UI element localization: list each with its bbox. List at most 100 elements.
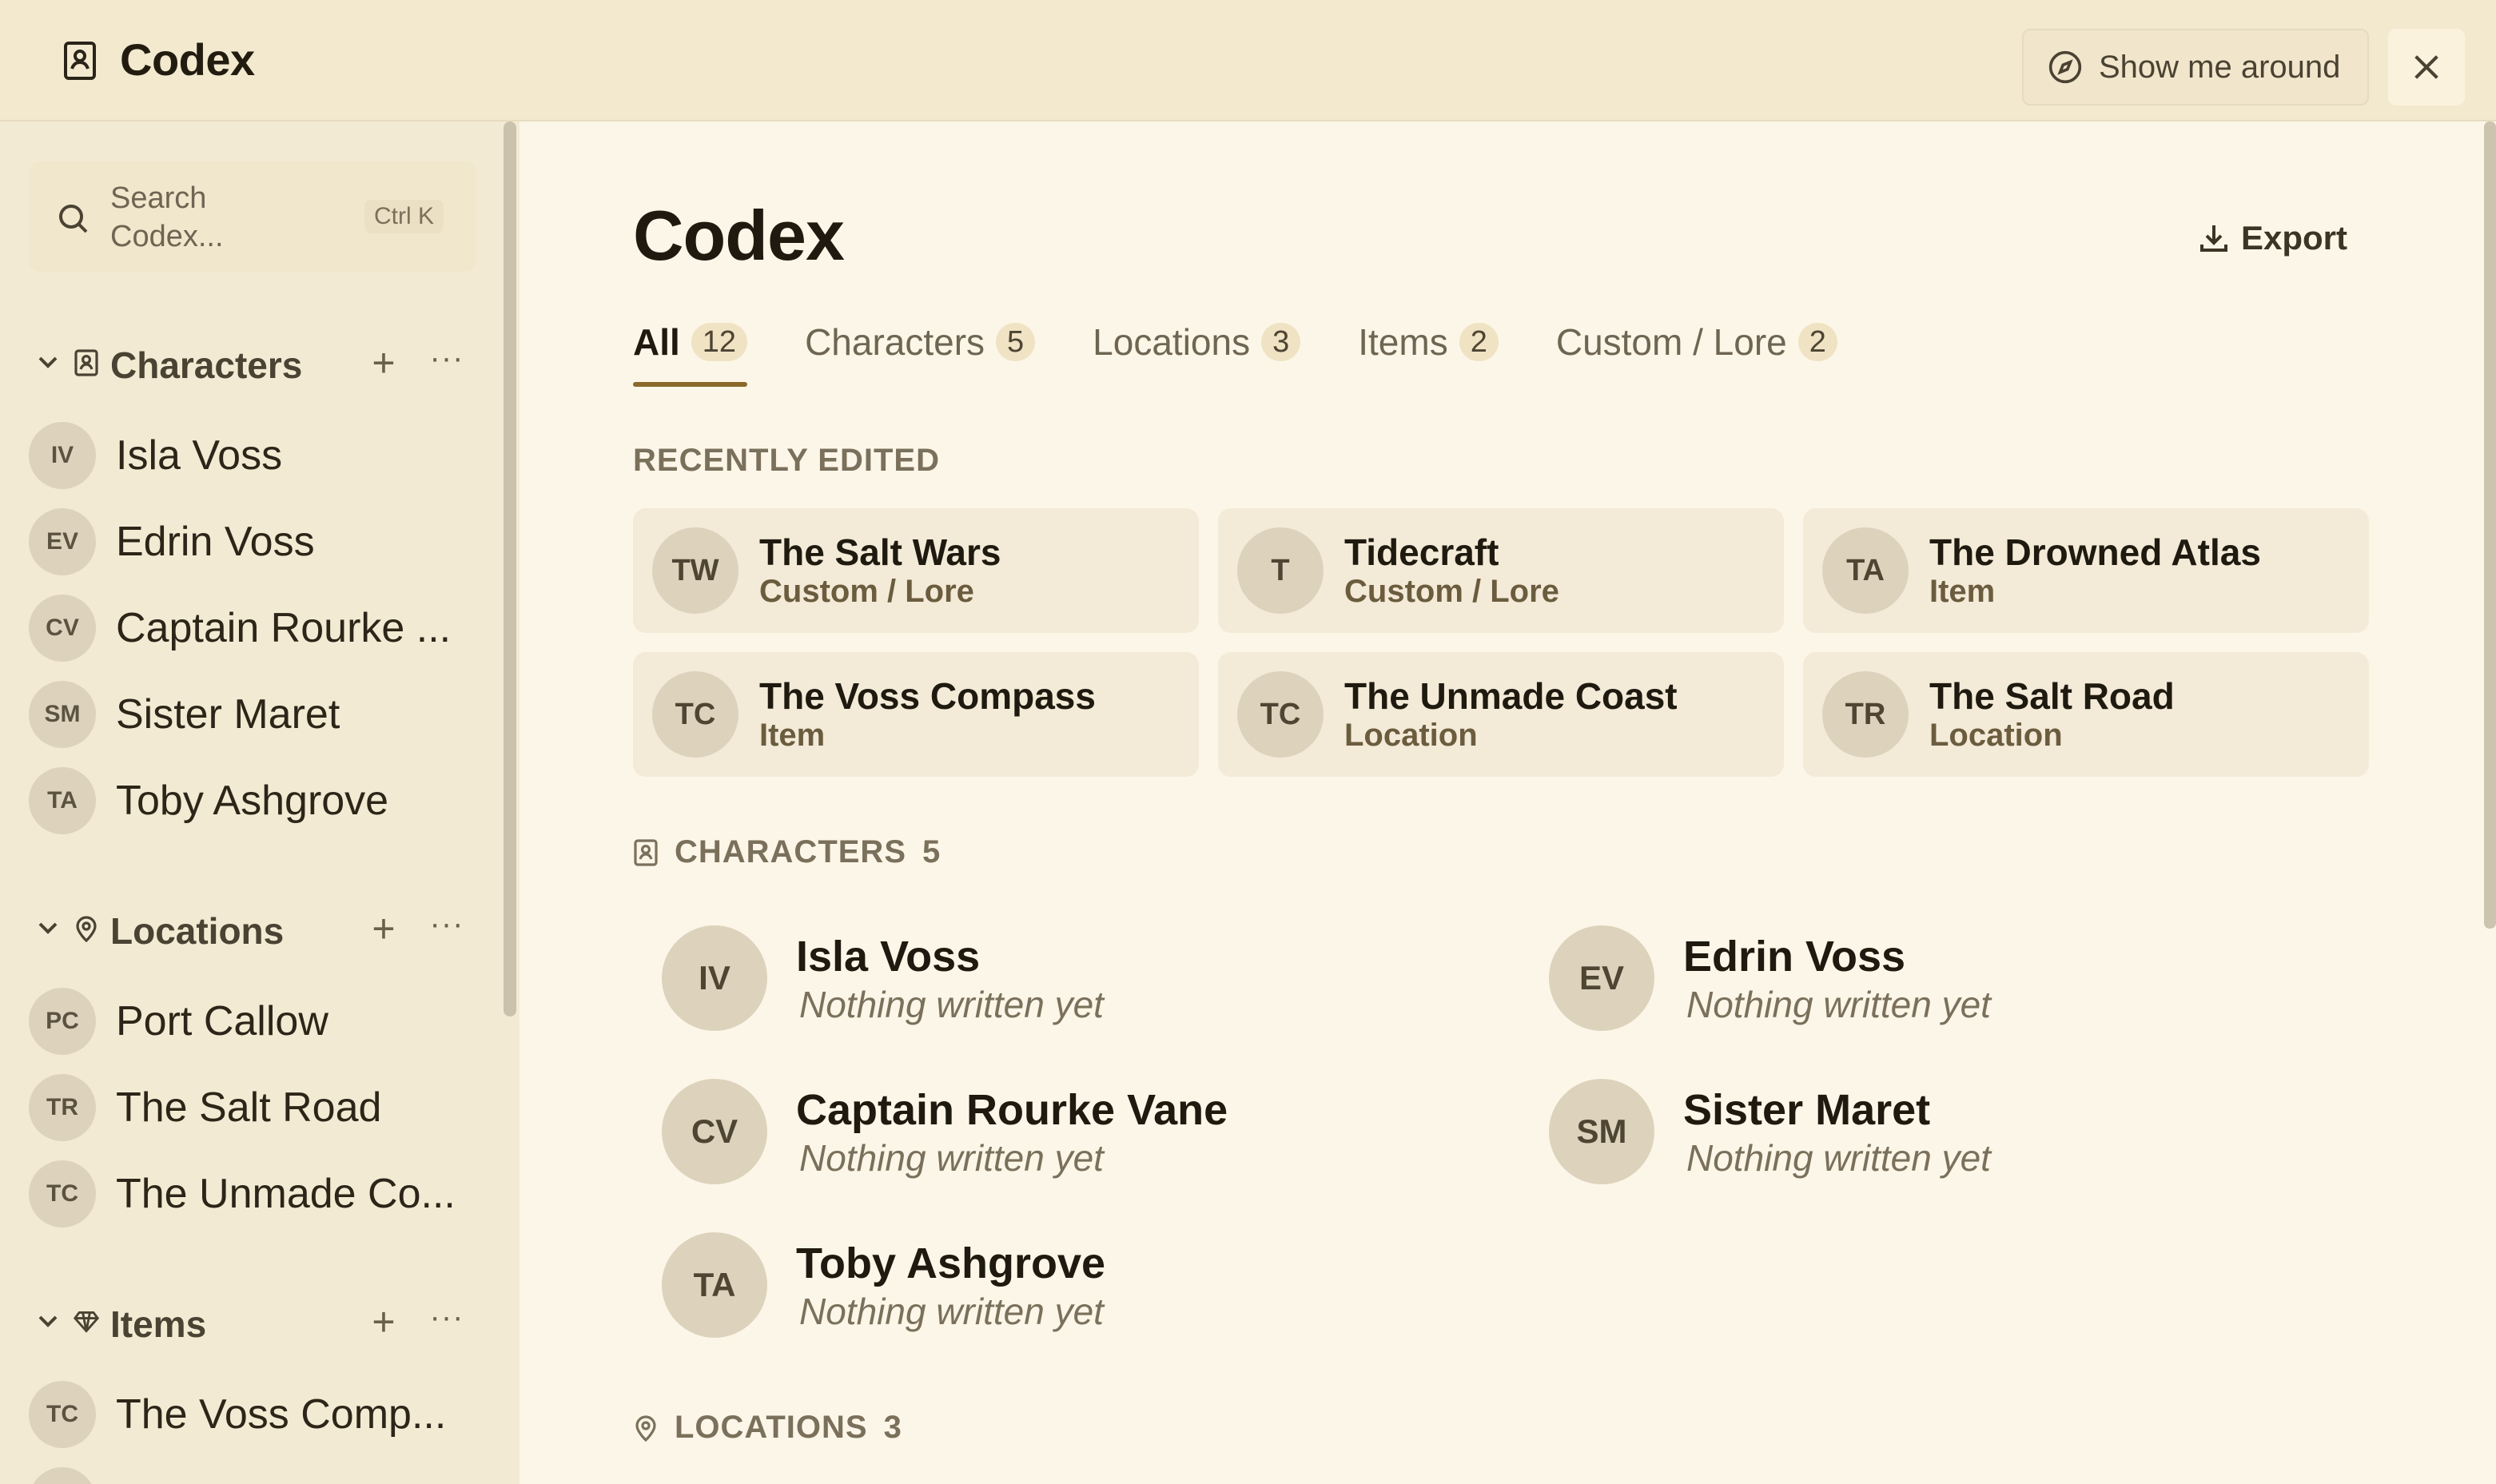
sidebar-section-items[interactable]: Items + ··· <box>0 1290 520 1354</box>
add-character-button[interactable]: + <box>368 342 400 384</box>
sidebar-item-edrin-voss[interactable]: EV Edrin Voss <box>0 500 496 580</box>
sidebar-item-captain-rourke[interactable]: CV Captain Rourke ... <box>0 587 496 666</box>
tab-count-badge: 12 <box>691 323 748 361</box>
page-title: Codex <box>633 196 845 275</box>
sidebar-item-toby-ashgrove[interactable]: TA Toby Ashgrove <box>0 759 496 839</box>
avatar: IV <box>29 422 96 489</box>
character-entry-captain-rourke-vane[interactable]: CV Captain Rourke Vane Nothing written y… <box>662 1072 1381 1184</box>
gem-icon <box>74 1311 99 1333</box>
close-icon <box>2414 55 2438 79</box>
tab-label: Characters <box>805 321 985 363</box>
recent-card[interactable]: TW The Salt Wars Custom / Lore <box>633 508 1199 633</box>
avatar: PC <box>29 988 96 1055</box>
search-box[interactable]: Search Codex... Ctrl K <box>29 161 476 272</box>
avatar: TC <box>652 671 738 758</box>
sidebar-item-sister-maret[interactable]: SM Sister Maret <box>0 673 496 753</box>
recent-card[interactable]: TC The Unmade Coast Location <box>1218 652 1784 777</box>
card-title: The Salt Road <box>1929 675 2175 717</box>
tab-items[interactable]: Items 2 <box>1358 318 1499 366</box>
avatar: TC <box>1237 671 1324 758</box>
card-type: Item <box>1929 574 1996 609</box>
compass-icon <box>2048 50 2082 84</box>
recent-card[interactable]: TA The Drowned Atlas Item <box>1803 508 2369 633</box>
characters-heading: CHARACTERS 5 <box>633 834 941 870</box>
avatar: TC <box>29 1160 96 1227</box>
sidebar-item-the-salt-road[interactable]: TR The Salt Road <box>0 1066 496 1146</box>
items-more-button[interactable]: ··· <box>428 1301 465 1343</box>
avatar: IV <box>662 925 767 1031</box>
search-input[interactable]: Search Codex... <box>110 179 254 256</box>
entry-note: Nothing written yet <box>1686 984 1991 1025</box>
tab-all[interactable]: All 12 <box>633 318 748 387</box>
section-count: 5 <box>922 834 941 869</box>
avatar: SM <box>1549 1079 1654 1184</box>
entry-title: Sister Maret <box>1683 1086 1931 1134</box>
sidebar-scrollbar[interactable] <box>504 121 516 1017</box>
characters-more-button[interactable]: ··· <box>428 342 465 384</box>
export-label: Export <box>2241 219 2348 257</box>
sidebar-item-label: The Salt Road <box>116 1084 382 1131</box>
avatar: EV <box>1549 925 1654 1031</box>
section-heading-label: LOCATIONS <box>675 1410 868 1445</box>
recent-card[interactable]: TC The Voss Compass Item <box>633 652 1199 777</box>
export-button[interactable]: Export <box>2198 214 2347 262</box>
sidebar-item-port-callow[interactable]: PC Port Callow <box>0 980 496 1060</box>
sidebar-item-isla-voss[interactable]: IV Isla Voss <box>0 414 496 494</box>
avatar: TR <box>1822 671 1909 758</box>
locations-more-button[interactable]: ··· <box>428 908 465 949</box>
locations-heading: LOCATIONS 3 <box>633 1410 902 1446</box>
avatar: CV <box>662 1079 767 1184</box>
main-content: Codex Export All 12 Characters 5 Locatio… <box>520 121 2496 1484</box>
sidebar-item-partial[interactable] <box>0 1459 496 1484</box>
tab-label: Items <box>1358 321 1448 363</box>
entry-note: Nothing written yet <box>799 1137 1104 1179</box>
map-pin-icon <box>635 1414 656 1442</box>
avatar: TA <box>1822 527 1909 614</box>
entry-note: Nothing written yet <box>799 984 1104 1025</box>
character-entry-sister-maret[interactable]: SM Sister Maret Nothing written yet <box>1549 1072 2268 1184</box>
section-heading-label: RECENTLY EDITED <box>633 443 940 478</box>
avatar: CV <box>29 595 96 662</box>
card-title: The Voss Compass <box>759 675 1096 717</box>
tab-custom-lore[interactable]: Custom / Lore 2 <box>1556 318 1837 366</box>
sidebar-section-characters[interactable]: Characters + ··· <box>0 331 520 395</box>
entry-title: Edrin Voss <box>1683 933 1906 981</box>
add-item-button[interactable]: + <box>368 1301 400 1343</box>
sidebar-section-label: Locations <box>110 910 285 952</box>
search-shortcut-badge: Ctrl K <box>364 200 444 233</box>
add-location-button[interactable]: + <box>368 908 400 949</box>
card-title: The Unmade Coast <box>1344 675 1678 717</box>
contact-book-icon <box>634 838 658 866</box>
sidebar-section-label: Items <box>110 1303 207 1345</box>
tab-characters[interactable]: Characters 5 <box>805 318 1036 366</box>
show-me-around-button[interactable]: Show me around <box>2022 29 2369 105</box>
tab-count-badge: 2 <box>1459 323 1499 361</box>
recently-edited-heading: RECENTLY EDITED <box>633 443 940 479</box>
card-title: Tidecraft <box>1344 531 1499 573</box>
close-button[interactable] <box>2388 29 2465 105</box>
tab-locations[interactable]: Locations 3 <box>1093 318 1301 366</box>
sidebar-item-the-unmade-coast[interactable]: TC The Unmade Co... <box>0 1152 496 1232</box>
chevron-down-icon <box>38 922 58 934</box>
recent-card[interactable]: T Tidecraft Custom / Lore <box>1218 508 1784 633</box>
sidebar-section-locations[interactable]: Locations + ··· <box>0 897 520 961</box>
entry-title: Isla Voss <box>796 933 981 981</box>
search-icon <box>59 205 88 233</box>
card-title: The Salt Wars <box>759 531 1001 573</box>
contact-book-icon <box>74 349 98 376</box>
sidebar-item-label: The Voss Comp... <box>116 1391 447 1438</box>
card-type: Location <box>1929 718 2063 753</box>
avatar: SM <box>29 681 96 748</box>
tab-label: Custom / Lore <box>1555 321 1787 363</box>
avatar: T <box>1237 527 1324 614</box>
character-entry-isla-voss[interactable]: IV Isla Voss Nothing written yet <box>662 919 1381 1031</box>
character-entry-edrin-voss[interactable]: EV Edrin Voss Nothing written yet <box>1549 919 2268 1031</box>
sidebar-item-label: Toby Ashgrove <box>116 778 389 824</box>
card-type: Custom / Lore <box>1344 574 1559 609</box>
avatar: TR <box>29 1074 96 1141</box>
section-count: 3 <box>883 1410 902 1445</box>
character-entry-toby-ashgrove[interactable]: TA Toby Ashgrove Nothing written yet <box>662 1226 1381 1338</box>
main-scrollbar[interactable] <box>2484 121 2496 929</box>
sidebar-item-the-voss-compass[interactable]: TC The Voss Comp... <box>0 1373 496 1453</box>
recent-card[interactable]: TR The Salt Road Location <box>1803 652 2369 777</box>
